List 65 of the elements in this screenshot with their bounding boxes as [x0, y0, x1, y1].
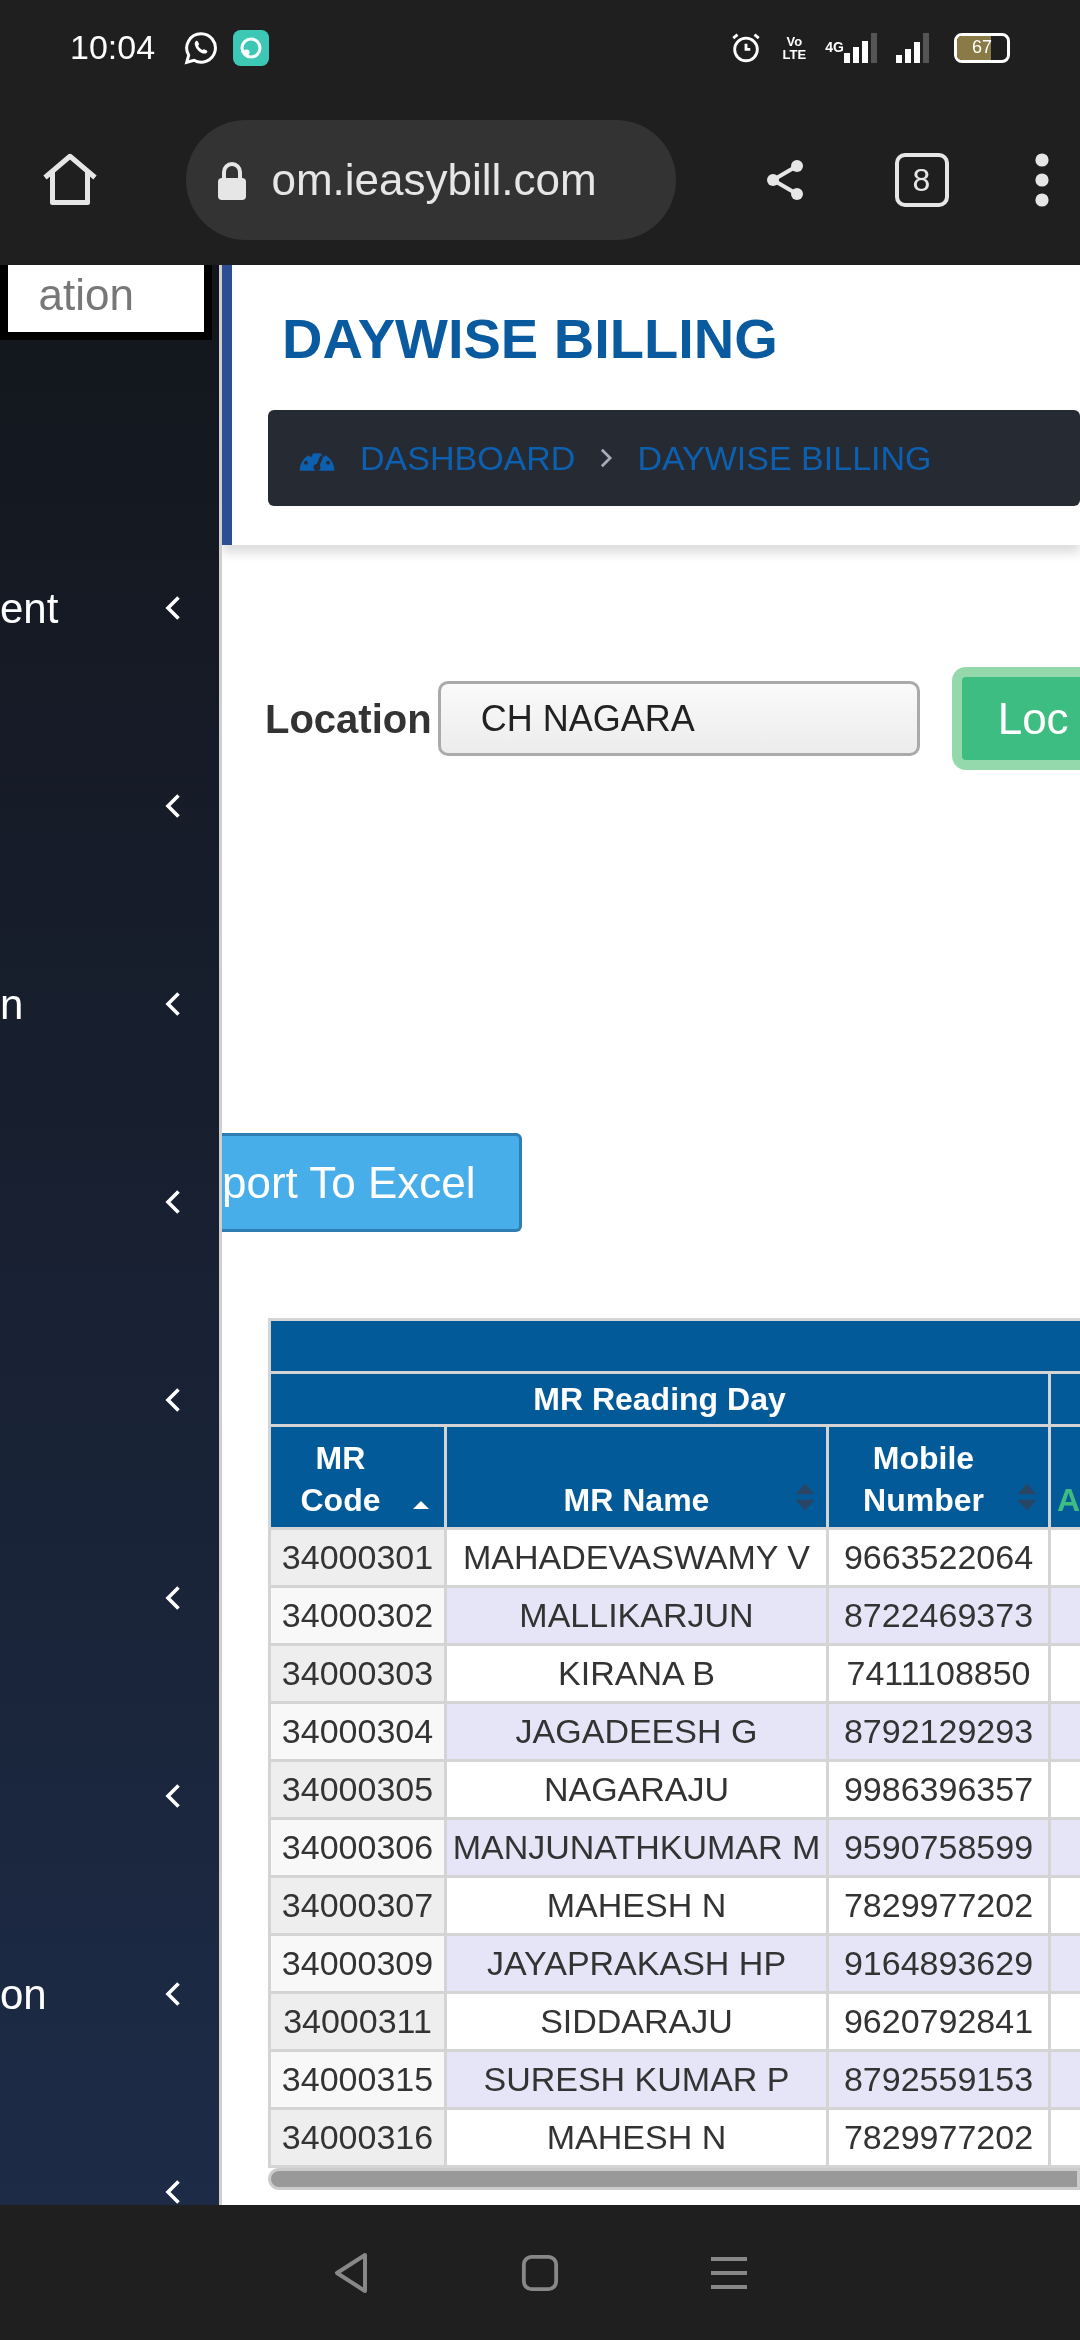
sidebar-item-label: n [0, 979, 24, 1030]
table-cell: MAHESH N [447, 2110, 826, 2165]
table-cell: MANJUNATHKUMAR M [447, 1820, 826, 1875]
table-cell: MALLIKARJUN [447, 1588, 826, 1643]
table-cell: 34000311 [271, 1994, 444, 2049]
table-cell: 9663522064 [829, 1530, 1048, 1585]
table-cell: 9620792841 [829, 1994, 1048, 2049]
table-cell: SIDDARAJU [447, 1994, 826, 2049]
sidebar-item-label: on [0, 1969, 47, 2020]
location-label: Location [265, 695, 432, 743]
table-cell: 34000305 [271, 1762, 444, 1817]
location-select[interactable]: CH NAGARA [437, 681, 920, 756]
chat-app-icon [183, 29, 220, 66]
table-cell: 7829977202 [829, 2110, 1048, 2165]
page-title: DAYWISE BILLING [282, 306, 779, 372]
table-cell: 34000303 [271, 1646, 444, 1701]
table-cell: NAGARAJU [447, 1762, 826, 1817]
horizontal-scrollbar[interactable] [268, 2168, 1080, 2190]
home-square-icon[interactable] [521, 2253, 559, 2292]
tab-count-button[interactable]: 8 [894, 153, 949, 207]
column-header: A [1051, 1427, 1080, 1527]
status-time: 10:04 [70, 27, 156, 68]
sidebar-item[interactable]: ent [0, 509, 219, 707]
table-cell: 9164893629 [829, 1936, 1048, 1991]
table-cell: MAHADEVASWAMY V [447, 1530, 826, 1585]
table-cell: 9986396357 [829, 1762, 1048, 1817]
table-cell: 7411108850 [829, 1646, 1048, 1701]
column-header[interactable]: Mobile Number [829, 1427, 1048, 1527]
column-header[interactable]: MR Name [447, 1427, 826, 1527]
table-cell: 9590758599 [829, 1820, 1048, 1875]
sidebar-search-field[interactable]: ation [0, 265, 212, 340]
table-cell: 34000302 [271, 1588, 444, 1643]
table-cell: 34000306 [271, 1820, 444, 1875]
network-type-label: Vo LTE [781, 34, 808, 61]
address-bar[interactable]: om.ieasybill.com [185, 120, 676, 240]
table-cell: 8792559153 [829, 2052, 1048, 2107]
signal-icon [844, 32, 878, 63]
table-cell: 34000316 [271, 2110, 444, 2165]
table-cell: 34000301 [271, 1530, 444, 1585]
table-cell: 8792129293 [829, 1704, 1048, 1759]
table-cell: 7829977202 [829, 1878, 1048, 1933]
table-cell: 34000315 [271, 2052, 444, 2107]
battery-level: 67 [972, 36, 992, 59]
table-cell: JAYAPRAKASH HP [447, 1936, 826, 1991]
table-cell: 34000304 [271, 1704, 444, 1759]
table-cell: 34000307 [271, 1878, 444, 1933]
url-text: om.ieasybill.com [271, 154, 597, 206]
menu-icon[interactable] [1034, 152, 1050, 208]
table-cell: SURESH KUMAR P [447, 2052, 826, 2107]
sidebar-item[interactable]: on [0, 1895, 219, 2093]
signal-icon [896, 32, 930, 63]
table-cell: 34000309 [271, 1936, 444, 1991]
group-header: MR Reading Day [271, 1374, 1048, 1424]
table-cell: 8722469373 [829, 1588, 1048, 1643]
table-cell: JAGADEESH G [447, 1704, 826, 1759]
lock-icon [215, 160, 248, 200]
data-type-label: 4G [825, 38, 844, 57]
breadcrumb-current: DAYWISE BILLING [637, 437, 932, 479]
table-cell: MAHESH N [447, 1878, 826, 1933]
sidebar-item[interactable]: n [0, 905, 219, 1103]
app-notification-icon [233, 29, 270, 66]
sidebar-item-label: ent [0, 583, 59, 634]
table-cell: KIRANA B [447, 1646, 826, 1701]
chevron-icon [599, 447, 614, 470]
column-header[interactable]: MR Code [271, 1427, 444, 1527]
